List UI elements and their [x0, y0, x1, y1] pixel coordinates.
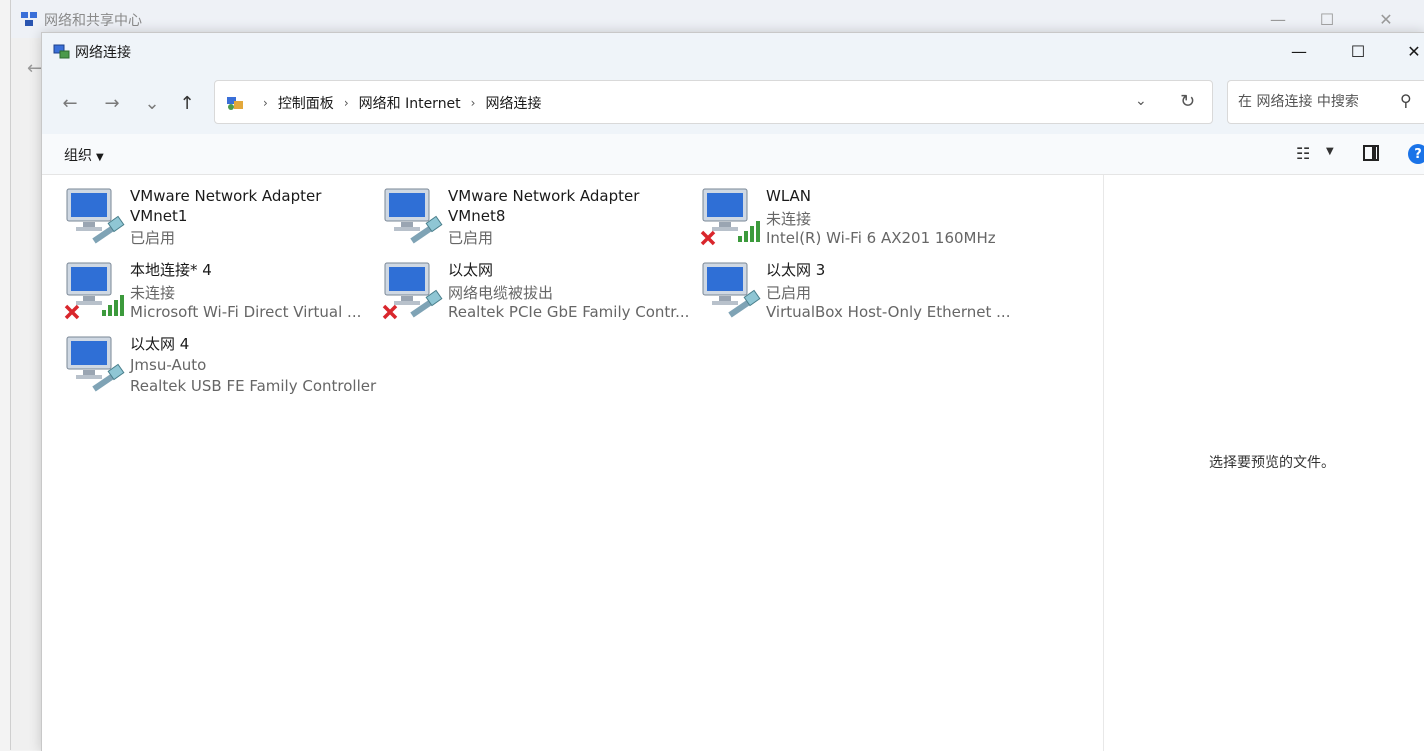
connection-name: 本地连接* 4 [130, 261, 212, 279]
address-dropdown-icon[interactable]: ⌄ [1135, 93, 1147, 109]
search-box[interactable]: ⚲ [1227, 80, 1424, 124]
minimize-button[interactable]: — [1270, 33, 1328, 70]
preview-empty-text: 选择要预览的文件。 [1209, 455, 1335, 471]
connection-status: 未连接 [130, 284, 176, 302]
navigation-bar: ← → ⌄ ↑ › 控制面板 › 网络和 Internet › 网络连接 ⌄ ↻… [42, 70, 1424, 134]
search-icon[interactable]: ⚲ [1400, 91, 1412, 110]
breadcrumb-network-connections[interactable]: 网络连接 [485, 93, 541, 113]
close-button[interactable]: ✕ [1385, 33, 1424, 70]
wired-adapter-icon [702, 262, 761, 318]
view-options-chevron-icon[interactable]: ▼ [1326, 146, 1334, 157]
wired-adapter-icon [66, 336, 125, 392]
breadcrumb: › 控制面板 › 网络和 Internet › 网络连接 [225, 93, 541, 113]
preview-pane-icon[interactable] [1363, 145, 1379, 161]
wifi-disconnected-icon [700, 188, 760, 246]
maximize-button[interactable]: ☐ [1329, 33, 1387, 70]
breadcrumb-separator: › [343, 96, 349, 110]
connections-list: VMware Network Adapter VMnet1 已启用 VMware… [42, 175, 1103, 751]
connection-name: VMware Network Adapter VMnet1 [130, 187, 322, 225]
connection-item[interactable]: 以太网 3 已启用 VirtualBox Host-Only Ethernet … [700, 260, 1010, 330]
connection-name: 以太网 [448, 261, 494, 279]
connection-item[interactable]: VMware Network Adapter VMnet8 已启用 [382, 186, 692, 256]
connection-status: 已启用 [130, 229, 176, 247]
wired-adapter-icon [66, 188, 125, 244]
connection-device: Intel(R) Wi-Fi 6 AX201 160MHz [766, 229, 996, 247]
background-left-pane [11, 38, 41, 750]
background-window-title: 网络和共享中心 [44, 13, 142, 29]
preview-pane: 选择要预览的文件。 [1103, 175, 1424, 751]
up-button[interactable]: ↑ [173, 90, 201, 116]
connection-status: 已启用 [766, 284, 812, 302]
window-title: 网络连接 [75, 45, 131, 61]
connection-device: Realtek USB FE Family Controller [130, 377, 377, 395]
breadcrumb-separator: › [263, 96, 268, 110]
address-bar[interactable]: › 控制面板 › 网络和 Internet › 网络连接 ⌄ ↻ [214, 80, 1213, 124]
connection-status: 未连接 [766, 210, 812, 228]
connection-status: 已启用 [448, 229, 494, 247]
back-button[interactable]: ← [56, 90, 84, 116]
wired-adapter-icon [384, 188, 443, 244]
help-icon[interactable]: ? [1408, 144, 1424, 164]
organize-label: 组织 [64, 148, 92, 164]
breadcrumb-network-internet[interactable]: 网络和 Internet [359, 93, 461, 113]
forward-button[interactable]: → [98, 90, 126, 116]
search-input[interactable] [1236, 93, 1390, 111]
breadcrumb-control-panel[interactable]: 控制面板 [278, 93, 334, 113]
connection-item[interactable]: 以太网 网络电缆被拔出 Realtek PCIe GbE Family Cont… [382, 260, 692, 330]
wired-disconnected-icon [382, 262, 443, 320]
connection-device: VirtualBox Host-Only Ethernet ... [766, 303, 1011, 321]
connection-device: Microsoft Wi-Fi Direct Virtual ... [130, 303, 362, 321]
title-bar[interactable]: 网络连接 — ☐ ✕ [42, 33, 1424, 70]
network-connections-window: 网络连接 — ☐ ✕ ← → ⌄ ↑ › 控制面板 › 网络和 Internet… [41, 32, 1424, 751]
network-connections-icon [53, 44, 70, 59]
chevron-down-icon: ▼ [96, 152, 104, 163]
organize-button[interactable]: 组织 ▼ [64, 145, 104, 165]
connection-status: 网络电缆被拔出 [448, 284, 554, 302]
connection-status: Jmsu-Auto [130, 356, 207, 374]
connection-name: WLAN [766, 187, 812, 205]
background-back-icon[interactable]: ← [27, 58, 42, 79]
connection-device: Realtek PCIe GbE Family Contr... [448, 303, 690, 321]
refresh-icon[interactable]: ↻ [1180, 91, 1195, 112]
connection-item[interactable]: VMware Network Adapter VMnet1 已启用 [64, 186, 374, 256]
control-panel-icon [227, 97, 243, 110]
wifi-disconnected-icon [64, 262, 124, 320]
network-center-icon [21, 12, 37, 26]
connection-name: 以太网 3 [766, 261, 826, 279]
connection-name: VMware Network Adapter VMnet8 [448, 187, 640, 225]
command-bar: 组织 ▼ ☷ ▼ ? [42, 134, 1424, 175]
change-view-icon[interactable]: ☷ [1296, 144, 1310, 163]
connection-item[interactable]: 本地连接* 4 未连接 Microsoft Wi-Fi Direct Virtu… [64, 260, 374, 330]
connection-item[interactable]: 以太网 4 Jmsu-Auto Realtek USB FE Family Co… [64, 334, 377, 404]
connection-name: 以太网 4 [130, 335, 190, 353]
breadcrumb-separator: › [470, 96, 476, 110]
connection-item[interactable]: WLAN 未连接 Intel(R) Wi-Fi 6 AX201 160MHz [700, 186, 1010, 256]
recent-locations-button[interactable]: ⌄ [138, 90, 166, 116]
